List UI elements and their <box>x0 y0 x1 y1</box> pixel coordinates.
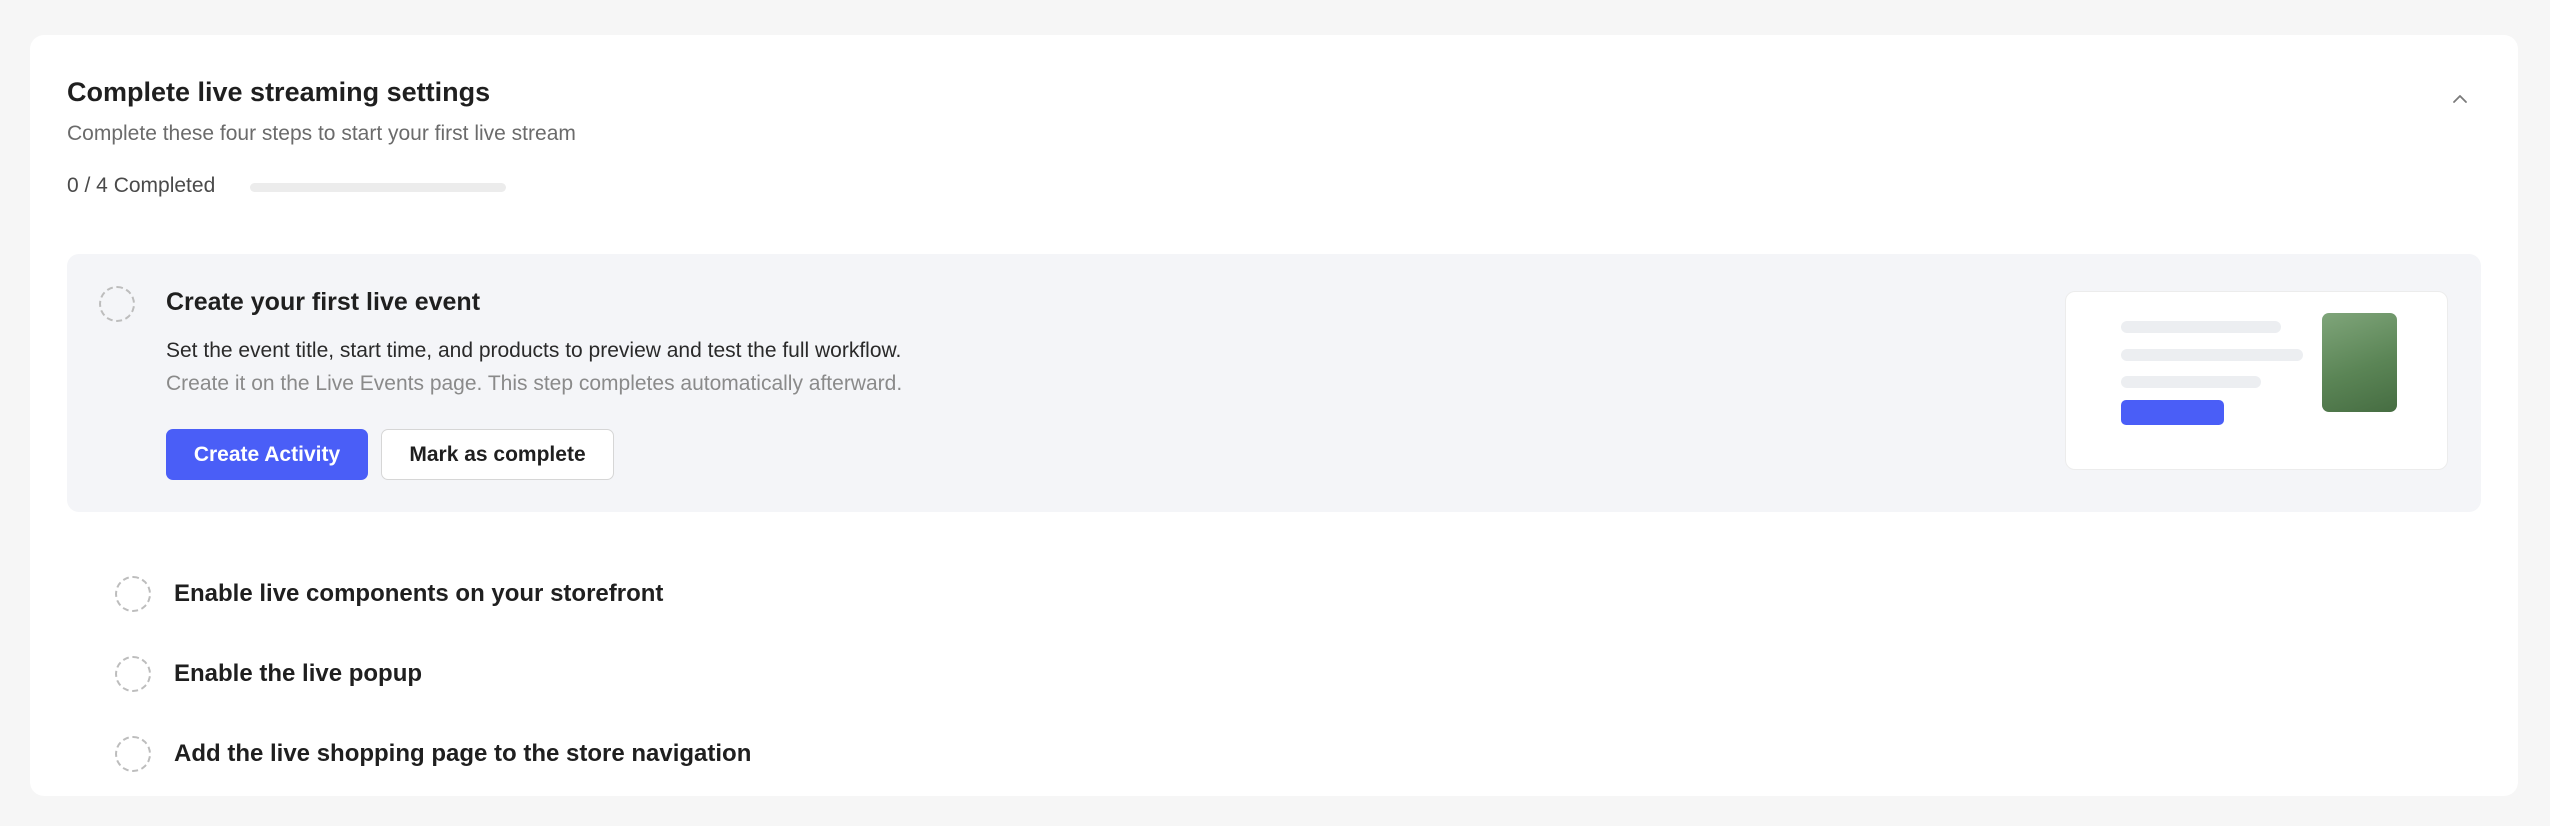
illustration-placeholder-line <box>2121 321 2281 333</box>
step-description: Set the event title, start time, and pro… <box>166 339 902 362</box>
step-enable-live-components[interactable]: Enable live components on your storefron… <box>81 570 981 618</box>
illustration-placeholder-line <box>2121 349 2303 361</box>
card-title: Complete live streaming settings <box>67 77 491 107</box>
step-status-circle[interactable] <box>115 656 151 692</box>
step-title: Enable live components on your storefron… <box>174 580 664 607</box>
illustration-placeholder-line <box>2121 376 2261 388</box>
create-activity-button[interactable]: Create Activity <box>166 429 368 480</box>
step-status-circle[interactable] <box>115 736 151 772</box>
progress-bar <box>250 183 506 192</box>
step-status-circle[interactable] <box>115 576 151 612</box>
step-title: Add the live shopping page to the store … <box>174 740 752 767</box>
card-subtitle: Complete these four steps to start your … <box>67 122 576 145</box>
progress-text: 0 / 4 Completed <box>67 174 216 197</box>
collapse-button[interactable] <box>2438 77 2482 121</box>
step-enable-live-popup[interactable]: Enable the live popup <box>81 650 981 698</box>
step-title: Create your first live event <box>166 288 481 316</box>
step-create-live-event: Create your first live event Set the eve… <box>67 254 2481 512</box>
chevron-up-icon <box>2453 95 2467 103</box>
setup-guide-card: Complete live streaming settings Complet… <box>30 35 2518 796</box>
step-status-circle[interactable] <box>99 286 135 322</box>
illustration-button-shape <box>2121 400 2224 425</box>
illustration-thumbnail <box>2322 313 2397 412</box>
step-add-live-shopping-page[interactable]: Add the live shopping page to the store … <box>81 730 981 778</box>
step-hint: Create it on the Live Events page. This … <box>166 372 903 395</box>
live-event-illustration <box>2065 291 2448 470</box>
mark-as-complete-button[interactable]: Mark as complete <box>381 429 614 480</box>
step-title: Enable the live popup <box>174 660 423 687</box>
